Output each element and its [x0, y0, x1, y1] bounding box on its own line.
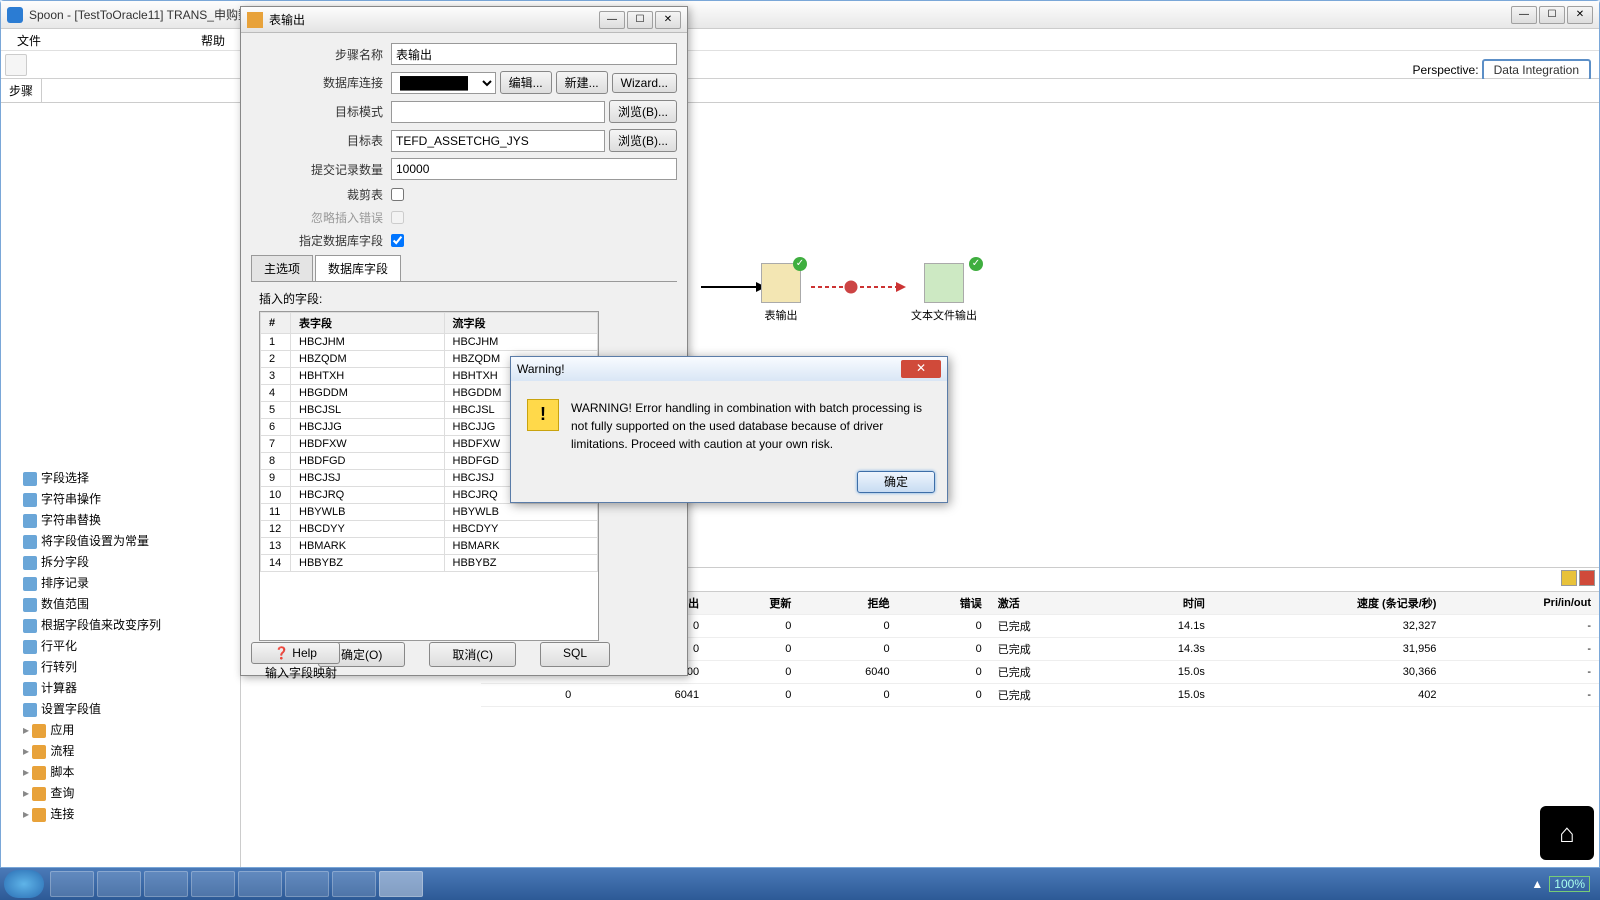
dialog-close-button[interactable]: ✕ [655, 11, 681, 29]
toolbar-new-icon[interactable] [5, 54, 27, 76]
specify-fields-checkbox[interactable] [391, 234, 404, 247]
tree-item[interactable]: 根据字段值来改变序列 [7, 614, 234, 635]
tree-item[interactable]: 计算器 [7, 677, 234, 698]
table-row[interactable]: 11HBYWLBHBYWLB [261, 504, 598, 521]
table-row[interactable]: 13HBMARKHBMARK [261, 538, 598, 555]
taskbar-item[interactable] [285, 871, 329, 897]
taskbar-item-spoon[interactable] [379, 871, 423, 897]
cancel-button[interactable]: 取消(C) [429, 642, 516, 667]
taskbar-item[interactable] [238, 871, 282, 897]
menu-file[interactable]: 文件 [7, 29, 51, 50]
warning-icon [527, 399, 559, 431]
insert-fields-label: 插入的字段: [259, 290, 669, 307]
truncate-checkbox[interactable] [391, 188, 404, 201]
tree-item[interactable]: 字符串操作 [7, 488, 234, 509]
warning-ok-button[interactable]: 确定 [857, 471, 935, 493]
tree-folder[interactable]: 查询 [7, 782, 234, 803]
table-row[interactable]: 1HBCJHMHBCJHM [261, 334, 598, 351]
help-button[interactable]: ❓ Help [251, 642, 340, 664]
table-output-dialog: 表输出 — ☐ ✕ 步骤名称 数据库连接 ████████ 编辑... 新建..… [240, 6, 688, 676]
tree-folder[interactable]: 脚本 [7, 761, 234, 782]
overlay-badge-icon: ⌂ [1540, 806, 1594, 860]
target-schema-input[interactable] [391, 101, 605, 123]
browse-table-button[interactable]: 浏览(B)... [609, 129, 677, 152]
tree-item[interactable]: 行转列 [7, 656, 234, 677]
spoon-icon [7, 7, 23, 23]
check-icon: ✓ [793, 257, 807, 271]
tree-folder[interactable]: 连接 [7, 803, 234, 824]
new-connection-button[interactable]: 新建... [556, 71, 608, 94]
warning-titlebar[interactable]: Warning! ✕ [511, 357, 947, 381]
table-row[interactable]: 12HBCDYYHBCDYY [261, 521, 598, 538]
tree-item[interactable]: 将字段值设置为常量 [7, 530, 234, 551]
tab-main[interactable]: 主选项 [251, 255, 313, 281]
panel-close-icon[interactable] [1579, 570, 1595, 586]
steps-tab[interactable]: 步骤 [1, 79, 42, 102]
perspective-switcher: Perspective: Data Integration [1413, 59, 1591, 81]
panel-minimize-icon[interactable] [1561, 570, 1577, 586]
perspective-data-integration[interactable]: Data Integration [1482, 59, 1591, 81]
tree-folder[interactable]: 应用 [7, 719, 234, 740]
taskbar-item[interactable] [97, 871, 141, 897]
tree-item[interactable]: 拆分字段 [7, 551, 234, 572]
wizard-button[interactable]: Wizard... [612, 73, 677, 93]
step-table-output[interactable]: ✓ 表输出 [761, 263, 801, 323]
taskbar: ▲ 100% [0, 868, 1600, 900]
dialog-minimize-button[interactable]: — [599, 11, 625, 29]
minimize-button[interactable]: — [1511, 6, 1537, 24]
step-text-file-output[interactable]: ✓ 文本文件输出 [911, 263, 977, 323]
close-button[interactable]: ✕ [1567, 6, 1593, 24]
tree-item[interactable]: 字符串替换 [7, 509, 234, 530]
sql-button[interactable]: SQL [540, 642, 610, 667]
taskbar-item[interactable] [332, 871, 376, 897]
dialog-maximize-button[interactable]: ☐ [627, 11, 653, 29]
taskbar-item[interactable] [191, 871, 235, 897]
tree-item[interactable]: 设置字段值 [7, 698, 234, 719]
start-button[interactable] [4, 870, 44, 898]
tree-folder[interactable]: 流程 [7, 740, 234, 761]
ignore-errors-checkbox [391, 211, 404, 224]
maximize-button[interactable]: ☐ [1539, 6, 1565, 24]
warning-dialog: Warning! ✕ WARNING! Error handling in co… [510, 356, 948, 503]
step-name-input[interactable] [391, 43, 677, 65]
target-table-input[interactable] [391, 130, 605, 152]
edit-connection-button[interactable]: 编辑... [500, 71, 552, 94]
warning-close-button[interactable]: ✕ [901, 360, 941, 378]
commit-size-input[interactable] [391, 158, 677, 180]
tree-item[interactable]: 排序记录 [7, 572, 234, 593]
system-tray[interactable]: ▲ 100% [1531, 876, 1596, 892]
dialog-icon [247, 12, 263, 28]
dialog-titlebar[interactable]: 表输出 — ☐ ✕ [241, 7, 687, 33]
warning-text: WARNING! Error handling in combination w… [571, 399, 931, 453]
taskbar-item[interactable] [50, 871, 94, 897]
taskbar-item[interactable] [144, 871, 188, 897]
tree-item[interactable]: 行平化 [7, 635, 234, 656]
connection-select[interactable]: ████████ [391, 72, 496, 94]
left-panel: 步骤 字段选择字符串操作字符串替换将字段值设置为常量拆分字段排序记录数值范围根据… [1, 79, 241, 867]
step-tree[interactable]: 字段选择字符串操作字符串替换将字段值设置为常量拆分字段排序记录数值范围根据字段值… [1, 103, 240, 867]
tab-db-fields[interactable]: 数据库字段 [315, 255, 401, 281]
tree-item[interactable]: 字段选择 [7, 467, 234, 488]
check-icon: ✓ [969, 257, 983, 271]
table-row[interactable]: 14HBBYBZHBBYBZ [261, 555, 598, 572]
menu-help[interactable]: 帮助 [191, 29, 235, 50]
browse-schema-button[interactable]: 浏览(B)... [609, 100, 677, 123]
tree-item[interactable]: 数值范围 [7, 593, 234, 614]
